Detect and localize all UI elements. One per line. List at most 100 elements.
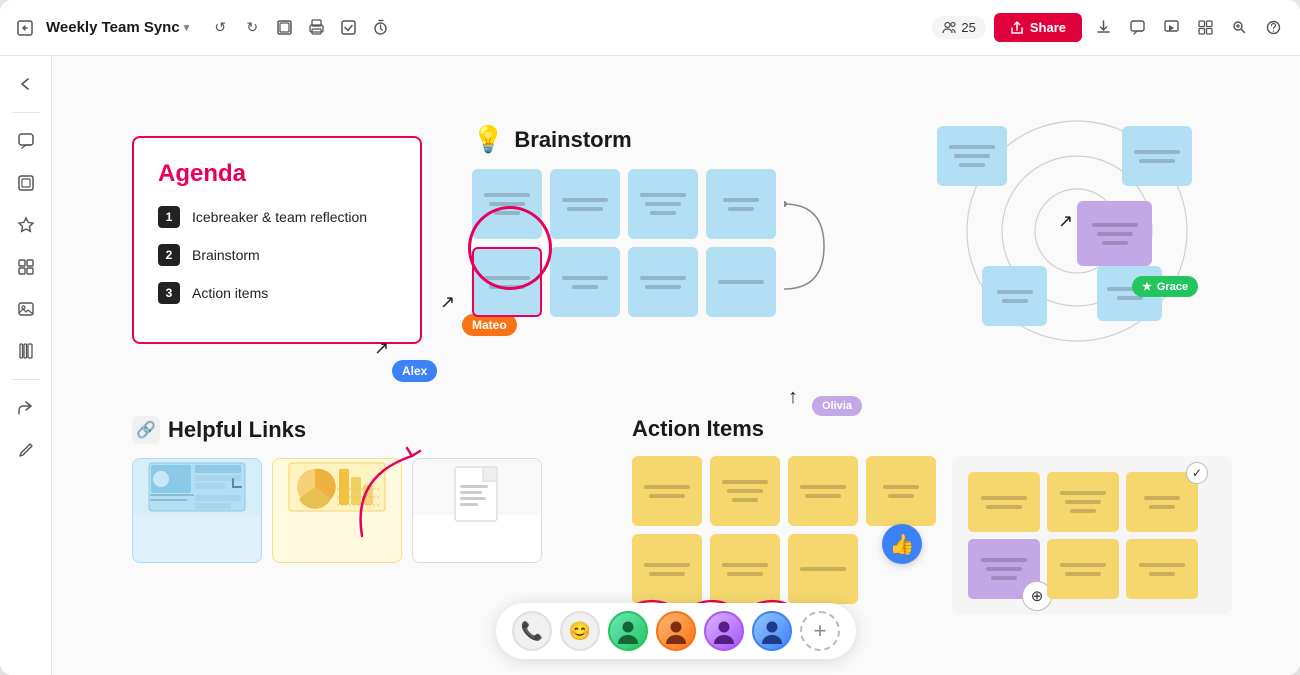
sidebar-item-grid[interactable] xyxy=(8,249,44,285)
action-note-4[interactable] xyxy=(866,456,936,526)
agenda-title: Agenda xyxy=(158,160,396,188)
back-icon[interactable] xyxy=(14,17,36,39)
avatar-user-1[interactable] xyxy=(608,611,648,651)
phone-icon-btn[interactable]: 📞 xyxy=(512,611,552,651)
topbar-icons: ↺ ↻ xyxy=(209,17,391,39)
sidebar-item-library[interactable] xyxy=(8,333,44,369)
link-cards xyxy=(132,458,542,563)
ar-note-2[interactable] xyxy=(1047,472,1119,532)
print-icon[interactable] xyxy=(305,17,327,39)
agenda-num-2: 2 xyxy=(158,244,180,266)
agenda-card: Agenda 1 Icebreaker & team reflection 2 … xyxy=(132,136,422,344)
avatar-user-2[interactable] xyxy=(656,611,696,651)
sticky-note-b4[interactable] xyxy=(706,169,776,239)
circle-note-3[interactable] xyxy=(1077,201,1152,266)
sidebar-item-draw[interactable] xyxy=(8,432,44,468)
main-layout: Agenda 1 Icebreaker & team reflection 2 … xyxy=(0,56,1300,675)
action-note-7[interactable] xyxy=(788,534,858,604)
share-button[interactable]: Share xyxy=(994,13,1082,42)
download-icon[interactable] xyxy=(1090,15,1116,41)
sticky-note-b1[interactable] xyxy=(472,169,542,239)
check-badge: ✓ xyxy=(1186,462,1208,484)
sidebar-item-favorites[interactable] xyxy=(8,207,44,243)
thumbs-up-badge: 👍 xyxy=(882,524,922,564)
ar-note-6[interactable] xyxy=(1126,539,1198,599)
help-icon[interactable] xyxy=(1260,15,1286,41)
cursor-alex: Alex xyxy=(392,360,437,382)
emoji-icon-btn[interactable]: 😊 xyxy=(560,611,600,651)
agenda-text-3: Action items xyxy=(192,285,268,301)
ar-note-3[interactable]: ✓ xyxy=(1126,472,1198,532)
sticky-note-b5-highlighted[interactable] xyxy=(472,247,542,317)
cursor-arrow-grace: ↗ xyxy=(1058,211,1073,232)
agenda-item-2: 2 Brainstorm xyxy=(158,244,396,266)
helpful-links-title: Helpful Links xyxy=(168,417,306,443)
agenda-text-1: Icebreaker & team reflection xyxy=(192,209,367,225)
comment-icon[interactable] xyxy=(1124,15,1150,41)
avatar-user-4[interactable] xyxy=(752,611,792,651)
link-chain-icon: 🔗 xyxy=(132,416,160,444)
ar-note-4[interactable]: ⊕ xyxy=(968,539,1040,599)
zoom-icon[interactable] xyxy=(1226,15,1252,41)
sidebar-item-export[interactable] xyxy=(8,390,44,426)
action-note-6[interactable] xyxy=(710,534,780,604)
action-note-1[interactable] xyxy=(632,456,702,526)
sidebar-item-frames[interactable] xyxy=(8,165,44,201)
title-chevron: ▾ xyxy=(184,21,190,34)
add-user-button[interactable]: + xyxy=(800,611,840,651)
ar-note-5[interactable] xyxy=(1047,539,1119,599)
topbar-right: 25 Share xyxy=(932,13,1286,42)
brainstorm-title: Brainstorm xyxy=(514,127,631,153)
link-card-document[interactable] xyxy=(412,458,542,563)
action-note-5[interactable] xyxy=(632,534,702,604)
sticky-note-b8[interactable] xyxy=(706,247,776,317)
action-note-3[interactable] xyxy=(788,456,858,526)
brainstorm-sticky-grid xyxy=(472,169,776,317)
sidebar-item-images[interactable] xyxy=(8,291,44,327)
circle-note-4[interactable] xyxy=(982,266,1047,326)
agenda-item-1: 1 Icebreaker & team reflection xyxy=(158,206,396,228)
present-icon[interactable] xyxy=(1158,15,1184,41)
cursor-olivia: Olivia xyxy=(812,396,862,416)
action-items-section: Action Items xyxy=(632,416,936,604)
agenda-text-2: Brainstorm xyxy=(192,247,260,263)
action-note-2[interactable] xyxy=(710,456,780,526)
brainstorm-circle-area: ↗ xyxy=(922,111,1232,351)
check-icon[interactable] xyxy=(337,17,359,39)
sidebar-item-comments[interactable] xyxy=(8,123,44,159)
agenda-num-3: 3 xyxy=(158,282,180,304)
timer-icon[interactable] xyxy=(369,17,391,39)
helpful-links-section: 🔗 Helpful Links xyxy=(132,416,542,563)
grid-view-icon[interactable] xyxy=(1192,15,1218,41)
sidebar-divider-1 xyxy=(12,112,40,113)
canvas[interactable]: Agenda 1 Icebreaker & team reflection 2 … xyxy=(52,56,1300,675)
action-items-title: Action Items xyxy=(632,416,764,442)
sidebar-divider-2 xyxy=(12,379,40,380)
circle-note-1[interactable] xyxy=(937,126,1007,186)
lightbulb-icon: 💡 xyxy=(472,124,504,155)
agenda-item-3: 3 Action items xyxy=(158,282,396,304)
brainstorm-section: 💡 Brainstorm xyxy=(472,124,776,317)
sidebar-item-back[interactable] xyxy=(8,66,44,102)
participants-badge[interactable]: 25 xyxy=(932,16,985,39)
sticky-note-b6[interactable] xyxy=(550,247,620,317)
redo-icon[interactable]: ↻ xyxy=(241,17,263,39)
frame-icon[interactable] xyxy=(273,17,295,39)
page-title[interactable]: Weekly Team Sync ▾ xyxy=(46,19,189,36)
sticky-note-b7[interactable] xyxy=(628,247,698,317)
link-card-chart[interactable] xyxy=(272,458,402,563)
cursor-grace: ★ Grace xyxy=(1132,276,1198,297)
link-card-webpage[interactable] xyxy=(132,458,262,563)
topbar: Weekly Team Sync ▾ ↺ ↻ xyxy=(0,0,1300,56)
sticky-note-b3[interactable] xyxy=(628,169,698,239)
circle-note-2[interactable] xyxy=(1122,126,1192,186)
ar-note-1[interactable] xyxy=(968,472,1040,532)
app-container: Weekly Team Sync ▾ ↺ ↻ xyxy=(0,0,1300,675)
bottom-bar: 📞 😊 + xyxy=(496,603,856,659)
action-right-grid: ✓ ⊕ xyxy=(968,472,1216,599)
undo-icon[interactable]: ↺ xyxy=(209,17,231,39)
action-items-right-panel: ✓ ⊕ xyxy=(952,456,1232,615)
sticky-note-b2[interactable] xyxy=(550,169,620,239)
avatar-user-3[interactable] xyxy=(704,611,744,651)
action-items-title-row: Action Items xyxy=(632,416,936,442)
